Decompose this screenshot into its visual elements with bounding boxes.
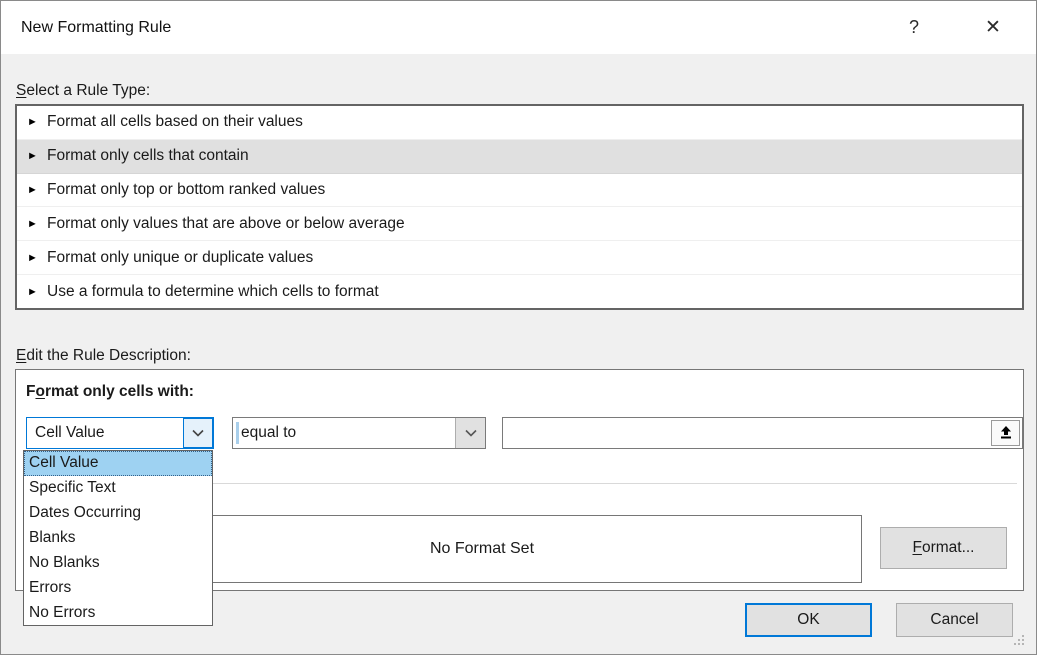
ok-button[interactable]: OK: [745, 603, 872, 637]
rule-type-item-label: Format all cells based on their values: [47, 113, 303, 131]
rule-type-item[interactable]: ► Format only unique or duplicate values: [17, 241, 1022, 275]
arrow-right-icon: ►: [27, 116, 47, 128]
text-caret: [236, 422, 239, 444]
arrow-right-icon: ►: [27, 218, 47, 230]
rule-type-item-label: Format only unique or duplicate values: [47, 249, 313, 267]
arrow-right-icon: ►: [27, 286, 47, 298]
dropdown-option-no-blanks[interactable]: No Blanks: [24, 550, 212, 575]
condition-type-dropdown-list: Cell Value Specific Text Dates Occurring…: [23, 450, 213, 626]
rule-type-item-selected[interactable]: ► Format only cells that contain: [17, 140, 1022, 174]
format-preview-text: No Format Set: [430, 540, 534, 558]
arrow-right-icon: ►: [27, 150, 47, 162]
format-preview: No Format Set: [102, 515, 862, 583]
condition-type-value: Cell Value: [35, 418, 105, 448]
rule-type-label: Select a Rule Type:: [16, 82, 150, 100]
resize-grip[interactable]: [1014, 634, 1026, 646]
rule-type-item-label: Format only cells that contain: [47, 147, 249, 165]
chevron-down-icon: [192, 429, 204, 437]
close-button[interactable]: ✕: [970, 1, 1016, 54]
rule-type-item[interactable]: ► Format all cells based on their values: [17, 106, 1022, 140]
title-bar: New Formatting Rule ? ✕: [1, 1, 1036, 54]
format-only-cells-with-label: Format only cells with:: [26, 383, 194, 401]
rule-type-list: ► Format all cells based on their values…: [15, 104, 1024, 310]
rule-type-item-label: Use a formula to determine which cells t…: [47, 283, 379, 301]
rule-type-item-label: Format only top or bottom ranked values: [47, 181, 325, 199]
close-icon: ✕: [985, 17, 1001, 38]
dropdown-option-specific-text[interactable]: Specific Text: [24, 476, 212, 501]
format-button[interactable]: Format...: [880, 527, 1007, 569]
dropdown-option-dates-occurring[interactable]: Dates Occurring: [24, 501, 212, 526]
help-button[interactable]: ?: [891, 1, 937, 54]
dropdown-option-errors[interactable]: Errors: [24, 575, 212, 600]
rule-type-item[interactable]: ► Use a formula to determine which cells…: [17, 275, 1022, 308]
dropdown-option-no-errors[interactable]: No Errors: [24, 600, 212, 625]
rule-value-input[interactable]: [502, 417, 1023, 449]
rule-description-label: Edit the Rule Description:: [16, 347, 191, 365]
dropdown-option-cell-value[interactable]: Cell Value: [24, 451, 212, 476]
new-formatting-rule-dialog: New Formatting Rule ? ✕ Select a Rule Ty…: [0, 0, 1037, 655]
combobox-dropdown-button[interactable]: [183, 418, 213, 448]
arrow-right-icon: ►: [27, 184, 47, 196]
operator-combobox[interactable]: equal to: [232, 417, 486, 449]
collapse-dialog-up-arrow-icon: [998, 425, 1014, 441]
combobox-dropdown-button[interactable]: [455, 418, 485, 448]
dialog-title: New Formatting Rule: [21, 1, 171, 54]
collapse-dialog-button[interactable]: [991, 420, 1020, 446]
dropdown-option-blanks[interactable]: Blanks: [24, 526, 212, 551]
cancel-button[interactable]: Cancel: [896, 603, 1013, 637]
rule-type-item[interactable]: ► Format only top or bottom ranked value…: [17, 174, 1022, 208]
condition-type-combobox[interactable]: Cell Value: [26, 417, 214, 449]
rule-type-item[interactable]: ► Format only values that are above or b…: [17, 207, 1022, 241]
operator-value: equal to: [241, 418, 296, 448]
rule-type-item-label: Format only values that are above or bel…: [47, 215, 405, 233]
chevron-down-icon: [465, 429, 477, 437]
arrow-right-icon: ►: [27, 252, 47, 264]
help-icon: ?: [909, 17, 919, 37]
